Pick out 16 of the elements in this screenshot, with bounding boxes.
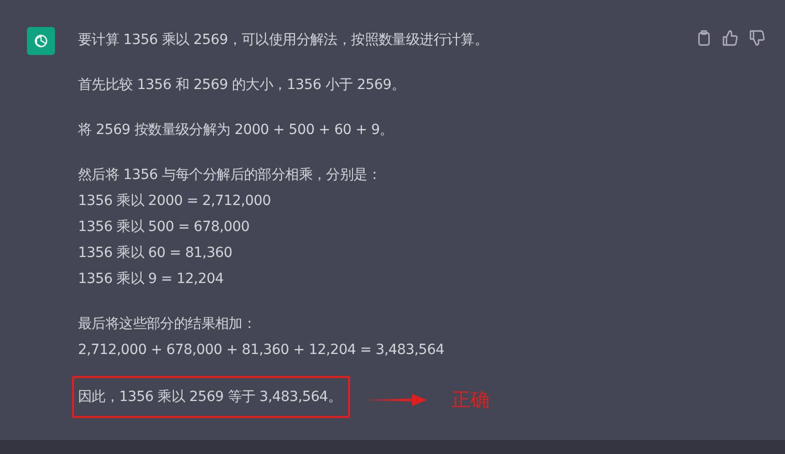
message-text: 最后将这些部分的结果相加： xyxy=(78,315,258,334)
thumbs-down-icon[interactable] xyxy=(749,30,765,46)
thumbs-up-icon[interactable] xyxy=(722,30,738,46)
annotation-label: 正确 xyxy=(452,388,490,413)
logo-icon xyxy=(32,32,50,50)
message-text: 然后将 1356 与每个分解后的部分相乘，分别是： xyxy=(78,166,382,185)
copy-icon[interactable] xyxy=(697,30,711,46)
message-text: 1356 乘以 9 = 12,204 xyxy=(78,270,225,289)
message-text: 首先比较 1356 和 2569 的大小，1356 小于 2569。 xyxy=(78,76,406,95)
message-text: 将 2569 按数量级分解为 2000 + 500 + 60 + 9。 xyxy=(78,121,394,140)
message-text: 1356 乘以 60 = 81,360 xyxy=(78,244,234,263)
message-text: 因此，1356 乘以 2569 等于 3,483,564。 xyxy=(78,388,342,407)
message-text: 要计算 1356 乘以 2569，可以使用分解法，按照数量级进行计算。 xyxy=(78,31,488,50)
message-text: 1356 乘以 500 = 678,000 xyxy=(78,218,250,237)
message-text: 2,712,000 + 678,000 + 81,360 + 12,204 = 3,483,564 xyxy=(78,341,444,360)
message-text: 1356 乘以 2000 = 2,712,000 xyxy=(78,192,272,211)
